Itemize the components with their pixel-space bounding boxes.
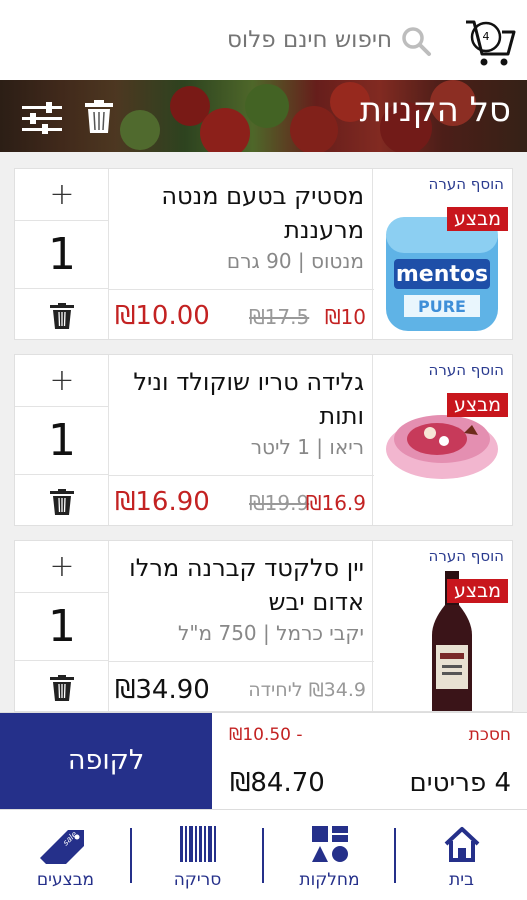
items-count: 4 פריטים [409, 768, 511, 798]
search-icon[interactable] [400, 25, 432, 57]
nav-scan[interactable]: סריקה [132, 810, 263, 900]
item-total-price: ₪16.90 [115, 487, 210, 517]
sale-price: ₪10 [324, 305, 366, 329]
increase-quantity-button[interactable]: + [15, 169, 109, 221]
original-price: ₪19.9 [249, 491, 310, 515]
savings-label: חסכת [468, 725, 511, 745]
cart-item: + 1 גלידה טריו שוקולד וניל ותות ריאו | 1… [14, 354, 513, 526]
sale-badge: מבצע [446, 207, 508, 231]
add-note-link[interactable]: הוסף הערה [429, 547, 504, 565]
product-image-area[interactable]: הוסף הערה מבצע [372, 541, 512, 711]
barcode-icon [180, 826, 216, 862]
quantity-value[interactable]: 1 [15, 221, 109, 289]
quantity-stepper: + 1 [15, 355, 109, 525]
checkout-button[interactable]: לקופה [0, 713, 212, 810]
remove-item-trash-icon[interactable] [50, 675, 74, 701]
top-bar: 4 [0, 0, 527, 80]
increase-quantity-button[interactable]: + [15, 355, 109, 407]
product-name: גלידה טריו שוקולד וניל ותות [133, 368, 364, 430]
remove-item-trash-icon[interactable] [50, 489, 74, 515]
add-note-link[interactable]: הוסף הערה [429, 175, 504, 193]
add-note-link[interactable]: הוסף הערה [429, 361, 504, 379]
product-brand: מנטוס | 90 גרם [226, 249, 364, 273]
sale-badge: מבצע [446, 579, 508, 603]
search-input[interactable] [40, 18, 392, 62]
svg-text:PURE: PURE [418, 297, 466, 316]
checkout-summary: לקופה חסכת ₪10.50 - 4 פריטים ₪84.70 [0, 712, 527, 810]
cart-button[interactable]: 4 [462, 12, 518, 68]
quantity-value[interactable]: 1 [15, 593, 109, 661]
product-name: מסטיק בטעם מנטה מרעננת [161, 182, 364, 244]
unit-price: ₪34.9 ליחידה [248, 679, 366, 701]
nav-departments[interactable]: מחלקות [264, 810, 395, 900]
quantity-stepper: + 1 [15, 169, 109, 339]
product-image-area[interactable]: mentos PURE הוסף הערה מבצע [372, 169, 512, 339]
increase-quantity-button[interactable]: + [15, 541, 109, 593]
sale-badge: מבצע [446, 393, 508, 417]
cart-item: + 1 יין סלקטד קברנה מרלו אדום יבש יקבי כ… [14, 540, 513, 712]
savings-value: ₪10.50 - [229, 725, 303, 745]
nav-deals-label: מבצעים [36, 870, 95, 890]
home-icon [444, 827, 480, 862]
sale-tag-icon: sale [40, 830, 84, 864]
departments-icon [312, 826, 348, 862]
remove-item-trash-icon[interactable] [50, 303, 74, 329]
nav-scan-label: סריקה [173, 870, 222, 890]
item-total-price: ₪34.90 [115, 675, 210, 705]
product-name: יין סלקטד קברנה מרלו אדום יבש [129, 554, 364, 616]
cart-item: + 1 מסטיק בטעם מנטה מרעננת מנטוס | 90 גר… [14, 168, 513, 340]
sale-price: ₪16.9 [305, 491, 366, 515]
product-brand: ריאו | 1 ליטר [250, 435, 364, 459]
cart-banner: סל הקניות [0, 80, 527, 152]
nav-departments-label: מחלקות [299, 870, 360, 890]
svg-text:mentos: mentos [396, 262, 488, 287]
bottom-navigation: בית מחלקות סריקה sale מבצעים [0, 809, 527, 900]
original-price: ₪17.5 [249, 305, 310, 329]
item-total-price: ₪10.00 [115, 301, 210, 331]
page-title: סל הקניות [359, 90, 511, 130]
quantity-stepper: + 1 [15, 541, 109, 711]
product-brand: יקבי כרמל | 750 מ"ל [177, 621, 364, 645]
nav-deals[interactable]: sale מבצעים [0, 810, 131, 900]
product-image-area[interactable]: הוסף הערה מבצע [372, 355, 512, 525]
clear-cart-trash-icon[interactable] [84, 100, 114, 134]
sliders-icon[interactable] [22, 102, 62, 134]
cart-total: ₪84.70 [230, 768, 325, 798]
cart-count-badge: 4 [482, 30, 490, 43]
quantity-value[interactable]: 1 [15, 407, 109, 475]
nav-home-label: בית [449, 870, 474, 890]
nav-home[interactable]: בית [396, 810, 527, 900]
